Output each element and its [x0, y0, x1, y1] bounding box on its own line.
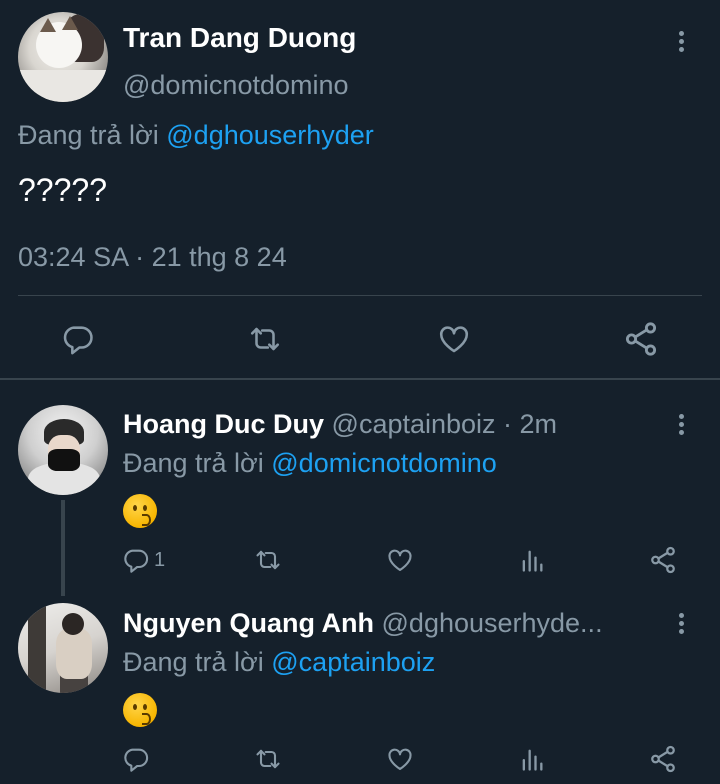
kissing-face-emoji	[123, 693, 157, 727]
reply-count: 1	[154, 548, 166, 571]
tweet-text: ?????	[18, 172, 107, 208]
share-icon	[648, 744, 678, 774]
share-button[interactable]	[648, 744, 678, 774]
reply-button[interactable]	[61, 322, 95, 356]
more-options-icon[interactable]	[679, 414, 685, 438]
reply-icon	[122, 745, 150, 773]
main-tweet: Tran Dang Duong @domicnotdomino Đang trả…	[0, 0, 720, 378]
retweet-button[interactable]	[246, 322, 284, 356]
analytics-button[interactable]	[518, 745, 546, 773]
author-name[interactable]: Tran Dang Duong	[123, 22, 356, 54]
analytics-button[interactable]	[518, 546, 546, 574]
like-button[interactable]	[436, 322, 472, 356]
avatar[interactable]	[18, 12, 108, 102]
like-button[interactable]	[386, 546, 414, 574]
share-button[interactable]	[622, 320, 660, 358]
replying-to-line: Đang trả lời @dghouserhyder	[18, 120, 374, 151]
author-handle[interactable]: @dghouserhyde...	[382, 608, 603, 638]
like-button[interactable]	[386, 745, 414, 773]
retweet-button[interactable]	[253, 745, 283, 773]
replying-to-line: Đang trả lời @captainboiz	[123, 647, 435, 678]
author-handle[interactable]: @domicnotdomino	[123, 70, 349, 101]
like-icon	[386, 546, 414, 574]
avatar[interactable]	[18, 603, 108, 693]
reply-button[interactable]: 1	[122, 546, 165, 574]
section-divider	[0, 378, 720, 380]
more-options-icon[interactable]	[679, 31, 685, 55]
retweet-icon	[253, 546, 283, 574]
kissing-face-emoji	[123, 494, 157, 528]
share-icon	[648, 545, 678, 575]
retweet-button[interactable]	[253, 546, 283, 574]
like-icon	[386, 745, 414, 773]
replying-prefix: Đang trả lời	[123, 647, 272, 677]
reply-time: · 2m	[495, 409, 558, 439]
share-button[interactable]	[648, 545, 678, 575]
reply-icon	[61, 322, 95, 356]
retweet-icon	[253, 745, 283, 773]
author-name[interactable]: Hoang Duc Duy	[123, 409, 324, 439]
reply-header: Nguyen Quang Anh @dghouserhyde...	[123, 608, 663, 639]
thread-connector	[61, 500, 65, 596]
analytics-icon	[518, 745, 546, 773]
avatar[interactable]	[18, 405, 108, 495]
replying-to-link[interactable]: @captainboiz	[271, 647, 435, 677]
replying-to-line: Đang trả lời @domicnotdomino	[123, 448, 497, 479]
replying-prefix: Đang trả lời	[123, 448, 272, 478]
retweet-icon	[246, 322, 284, 356]
replying-prefix: Đang trả lời	[18, 120, 167, 150]
author-handle[interactable]: @captainboiz	[332, 409, 496, 439]
like-icon	[436, 322, 472, 356]
analytics-icon	[518, 546, 546, 574]
replying-to-link[interactable]: @dghouserhyder	[166, 120, 374, 150]
tweet-timestamp[interactable]: 03:24 SA · 21 thg 8 24	[18, 242, 287, 273]
reply-header: Hoang Duc Duy @captainboiz · 2m	[123, 409, 557, 440]
share-icon	[622, 320, 660, 358]
reply-button[interactable]	[122, 745, 150, 773]
more-options-icon[interactable]	[679, 613, 685, 637]
author-name[interactable]: Nguyen Quang Anh	[123, 608, 374, 638]
divider	[18, 295, 702, 296]
tweet-thread-page: Tran Dang Duong @domicnotdomino Đang trả…	[0, 0, 720, 784]
reply-icon	[122, 546, 150, 574]
replying-to-link[interactable]: @domicnotdomino	[271, 448, 497, 478]
